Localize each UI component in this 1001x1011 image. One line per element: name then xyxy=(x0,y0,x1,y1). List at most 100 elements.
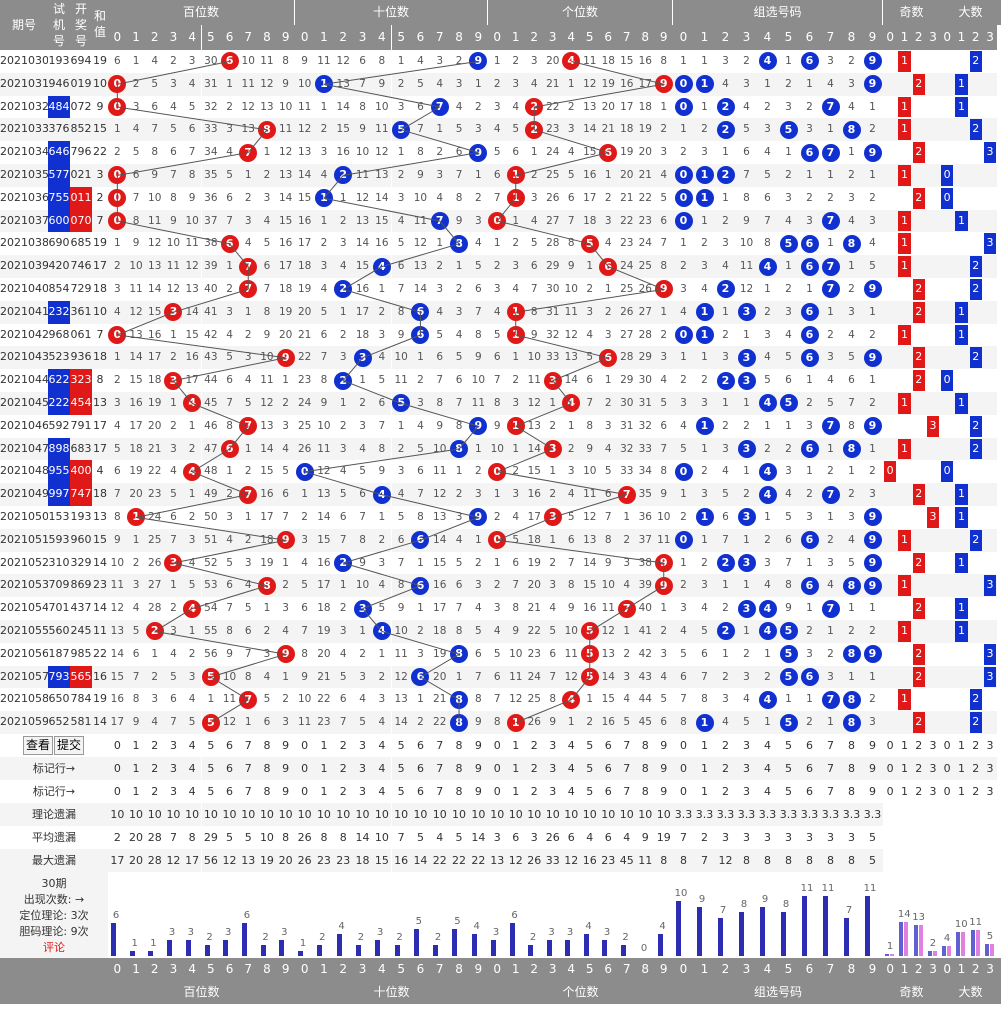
footer-value[interactable]: 2 xyxy=(333,780,353,803)
footer-value[interactable]: 9 xyxy=(862,734,883,757)
footer-value[interactable]: 1 xyxy=(694,757,715,780)
footer-value[interactable]: 2 xyxy=(333,734,353,757)
footer-value[interactable]: 6 xyxy=(599,780,618,803)
footer-value[interactable]: 6 xyxy=(220,734,239,757)
footer-big[interactable]: 3 xyxy=(982,757,998,780)
footer-value[interactable]: 9 xyxy=(862,757,883,780)
footer-value[interactable]: 5 xyxy=(201,734,221,757)
footer-value[interactable]: 9 xyxy=(468,757,488,780)
footer-value[interactable]: 0 xyxy=(108,757,127,780)
footer-value[interactable]: 1 xyxy=(314,734,334,757)
footer-value[interactable]: 7 xyxy=(617,780,636,803)
footer-value[interactable]: 5 xyxy=(580,734,599,757)
footer-value[interactable]: 6 xyxy=(799,757,820,780)
footer-value[interactable]: 4 xyxy=(562,780,581,803)
footer-value[interactable]: 1 xyxy=(694,734,715,757)
footer-value[interactable]: 6 xyxy=(220,780,239,803)
footer-big[interactable]: 1 xyxy=(954,757,969,780)
footer-value[interactable]: 5 xyxy=(778,757,799,780)
footer-value[interactable]: 0 xyxy=(673,757,694,780)
footer-value[interactable]: 8 xyxy=(449,757,469,780)
footer-value[interactable]: 3 xyxy=(164,734,183,757)
footer-value[interactable]: 0 xyxy=(673,780,694,803)
footer-big[interactable]: 2 xyxy=(968,757,983,780)
footer-value[interactable]: 3 xyxy=(352,780,373,803)
footer-value[interactable]: 9 xyxy=(862,780,883,803)
footer-value[interactable]: 6 xyxy=(599,734,618,757)
footer-value[interactable]: 1 xyxy=(506,757,525,780)
footer-value[interactable]: 7 xyxy=(820,780,841,803)
footer-value[interactable]: 8 xyxy=(257,780,277,803)
footer-value[interactable]: 5 xyxy=(778,780,799,803)
footer-value[interactable]: 9 xyxy=(468,780,488,803)
footer-value[interactable]: 7 xyxy=(820,757,841,780)
footer-odd[interactable]: 3 xyxy=(925,780,941,803)
submit-button[interactable]: 提交 xyxy=(54,736,84,755)
footer-value[interactable]: 3 xyxy=(352,757,373,780)
footer-value[interactable]: 2 xyxy=(145,780,165,803)
footer-big[interactable]: 0 xyxy=(940,757,955,780)
footer-value[interactable]: 1 xyxy=(314,757,334,780)
footer-value[interactable]: 4 xyxy=(182,757,202,780)
footer-value[interactable]: 5 xyxy=(580,780,599,803)
footer-value[interactable]: 3 xyxy=(164,780,183,803)
footer-big[interactable]: 3 xyxy=(982,780,998,803)
footer-value[interactable]: 7 xyxy=(430,780,450,803)
footer-value[interactable]: 8 xyxy=(257,757,277,780)
footer-value[interactable]: 4 xyxy=(562,734,581,757)
footer-value[interactable]: 2 xyxy=(715,734,736,757)
footer-value[interactable]: 8 xyxy=(636,734,655,757)
footer-value[interactable]: 8 xyxy=(257,734,277,757)
footer-value[interactable]: 6 xyxy=(599,757,618,780)
footer-value[interactable]: 0 xyxy=(488,780,507,803)
footer-value[interactable]: 4 xyxy=(757,780,778,803)
footer-value[interactable]: 3 xyxy=(543,734,562,757)
footer-value[interactable]: 0 xyxy=(673,734,694,757)
footer-value[interactable]: 9 xyxy=(276,780,295,803)
footer-value[interactable]: 2 xyxy=(715,780,736,803)
footer-value[interactable]: 1 xyxy=(126,734,146,757)
footer-value[interactable]: 2 xyxy=(333,757,353,780)
footer-value[interactable]: 0 xyxy=(295,734,315,757)
footer-value[interactable]: 3 xyxy=(164,757,183,780)
footer-value[interactable]: 7 xyxy=(238,734,258,757)
footer-value[interactable]: 6 xyxy=(799,734,820,757)
footer-value[interactable]: 0 xyxy=(108,780,127,803)
footer-odd[interactable]: 1 xyxy=(897,780,912,803)
view-button[interactable]: 查看 xyxy=(23,736,53,755)
footer-value[interactable]: 4 xyxy=(372,757,392,780)
footer-value[interactable]: 0 xyxy=(488,757,507,780)
footer-odd[interactable]: 1 xyxy=(897,757,912,780)
footer-value[interactable]: 7 xyxy=(430,734,450,757)
footer-value[interactable]: 5 xyxy=(391,757,411,780)
footer-value[interactable]: 2 xyxy=(525,757,544,780)
footer-value[interactable]: 5 xyxy=(201,757,221,780)
footer-value[interactable]: 6 xyxy=(220,757,239,780)
footer-value[interactable]: 7 xyxy=(430,757,450,780)
footer-value[interactable]: 3 xyxy=(543,757,562,780)
footer-value[interactable]: 0 xyxy=(108,734,127,757)
footer-value[interactable]: 9 xyxy=(276,757,295,780)
footer-odd[interactable]: 0 xyxy=(883,757,898,780)
footer-odd[interactable]: 3 xyxy=(925,757,941,780)
footer-odd[interactable]: 0 xyxy=(883,780,898,803)
footer-value[interactable]: 8 xyxy=(636,780,655,803)
footer-value[interactable]: 2 xyxy=(525,734,544,757)
footer-odd[interactable]: 2 xyxy=(911,757,926,780)
footer-value[interactable]: 5 xyxy=(778,734,799,757)
footer-value[interactable]: 6 xyxy=(410,757,431,780)
footer-value[interactable]: 9 xyxy=(276,734,295,757)
footer-value[interactable]: 3 xyxy=(352,734,373,757)
footer-value[interactable]: 5 xyxy=(580,757,599,780)
footer-value[interactable]: 2 xyxy=(145,757,165,780)
footer-value[interactable]: 4 xyxy=(562,757,581,780)
footer-value[interactable]: 1 xyxy=(694,780,715,803)
footer-value[interactable]: 3 xyxy=(736,757,757,780)
footer-value[interactable]: 5 xyxy=(391,780,411,803)
footer-value[interactable]: 7 xyxy=(238,757,258,780)
footer-value[interactable]: 7 xyxy=(617,757,636,780)
footer-value[interactable]: 9 xyxy=(468,734,488,757)
footer-value[interactable]: 7 xyxy=(820,734,841,757)
footer-big[interactable]: 1 xyxy=(954,780,969,803)
footer-value[interactable]: 8 xyxy=(841,780,862,803)
